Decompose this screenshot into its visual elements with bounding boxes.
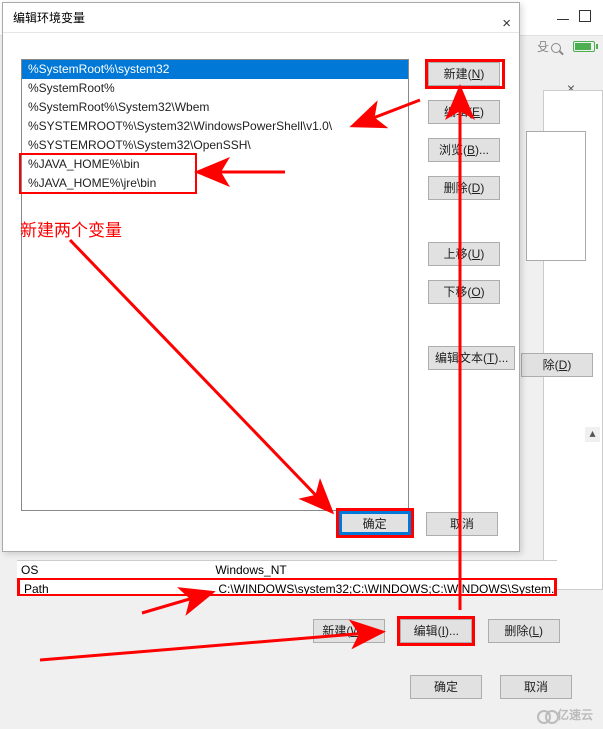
parent-ok-button[interactable]: 确定 [410,675,482,699]
cancel-button[interactable]: 取消 [426,512,498,536]
sysvar-row-os[interactable]: OS Windows_NT [17,560,557,578]
path-entries-listbox[interactable]: %SystemRoot%\system32 %SystemRoot% %Syst… [21,59,409,511]
new-button[interactable]: 新建(N) [428,62,500,86]
parent-search-fragment: 殳 [537,38,561,55]
list-item[interactable]: %SystemRoot%\system32 [22,60,408,79]
dialog-button-column: 新建(N) 编辑(E) 浏览(B)... 删除(D) 上移(U) 下移(O) 编… [425,59,505,381]
parent-delete-button[interactable]: 除(D) [521,353,593,377]
sysvar-edit-button[interactable]: 编辑(I)... [400,619,472,643]
sysvar-value: C:\WINDOWS\system32;C:\WINDOWS;C:\WINDOW… [218,580,557,596]
watermark-logo-icon [537,708,557,722]
list-item[interactable]: %SYSTEMROOT%\System32\OpenSSH\ [22,136,408,155]
list-item[interactable]: %JAVA_HOME%\bin [22,155,408,174]
list-item[interactable]: %SystemRoot% [22,79,408,98]
watermark: 亿速云 [537,706,593,723]
browse-button[interactable]: 浏览(B)... [428,138,500,162]
sysvar-name: OS [17,561,212,578]
sysvar-row-path[interactable]: Path C:\WINDOWS\system32;C:\WINDOWS;C:\W… [17,578,557,596]
edit-text-button[interactable]: 编辑文本(T)... [428,346,515,370]
list-item[interactable]: %SystemRoot%\System32\Wbem [22,98,408,117]
delete-button[interactable]: 删除(D) [428,176,500,200]
maximize-icon[interactable] [579,10,591,22]
edit-env-var-dialog: 编辑环境变量 × %SystemRoot%\system32 %SystemRo… [2,2,520,552]
move-up-button[interactable]: 上移(U) [428,242,500,266]
scroll-up-icon[interactable]: ▴ [585,427,600,442]
minimize-icon[interactable] [557,10,569,22]
search-icon[interactable] [551,43,561,53]
parent-panel-fragment: ▴ [543,90,603,590]
dialog-title: 编辑环境变量 [13,11,85,25]
parent-cancel-button[interactable]: 取消 [500,675,572,699]
move-down-button[interactable]: 下移(O) [428,280,500,304]
dialog-titlebar: 编辑环境变量 × [3,3,519,33]
sysvar-new-button[interactable]: 新建(W)... [313,619,385,643]
sysvar-name: Path [20,580,215,596]
battery-icon [573,41,595,52]
list-item[interactable]: %SYSTEMROOT%\System32\WindowsPowerShell\… [22,117,408,136]
edit-button[interactable]: 编辑(E) [428,100,500,124]
sysvar-delete-button[interactable]: 删除(L) [488,619,560,643]
ok-button[interactable]: 确定 [339,511,411,535]
sysvar-value: Windows_NT [215,561,286,578]
list-item[interactable]: %JAVA_HOME%\jre\bin [22,174,408,193]
